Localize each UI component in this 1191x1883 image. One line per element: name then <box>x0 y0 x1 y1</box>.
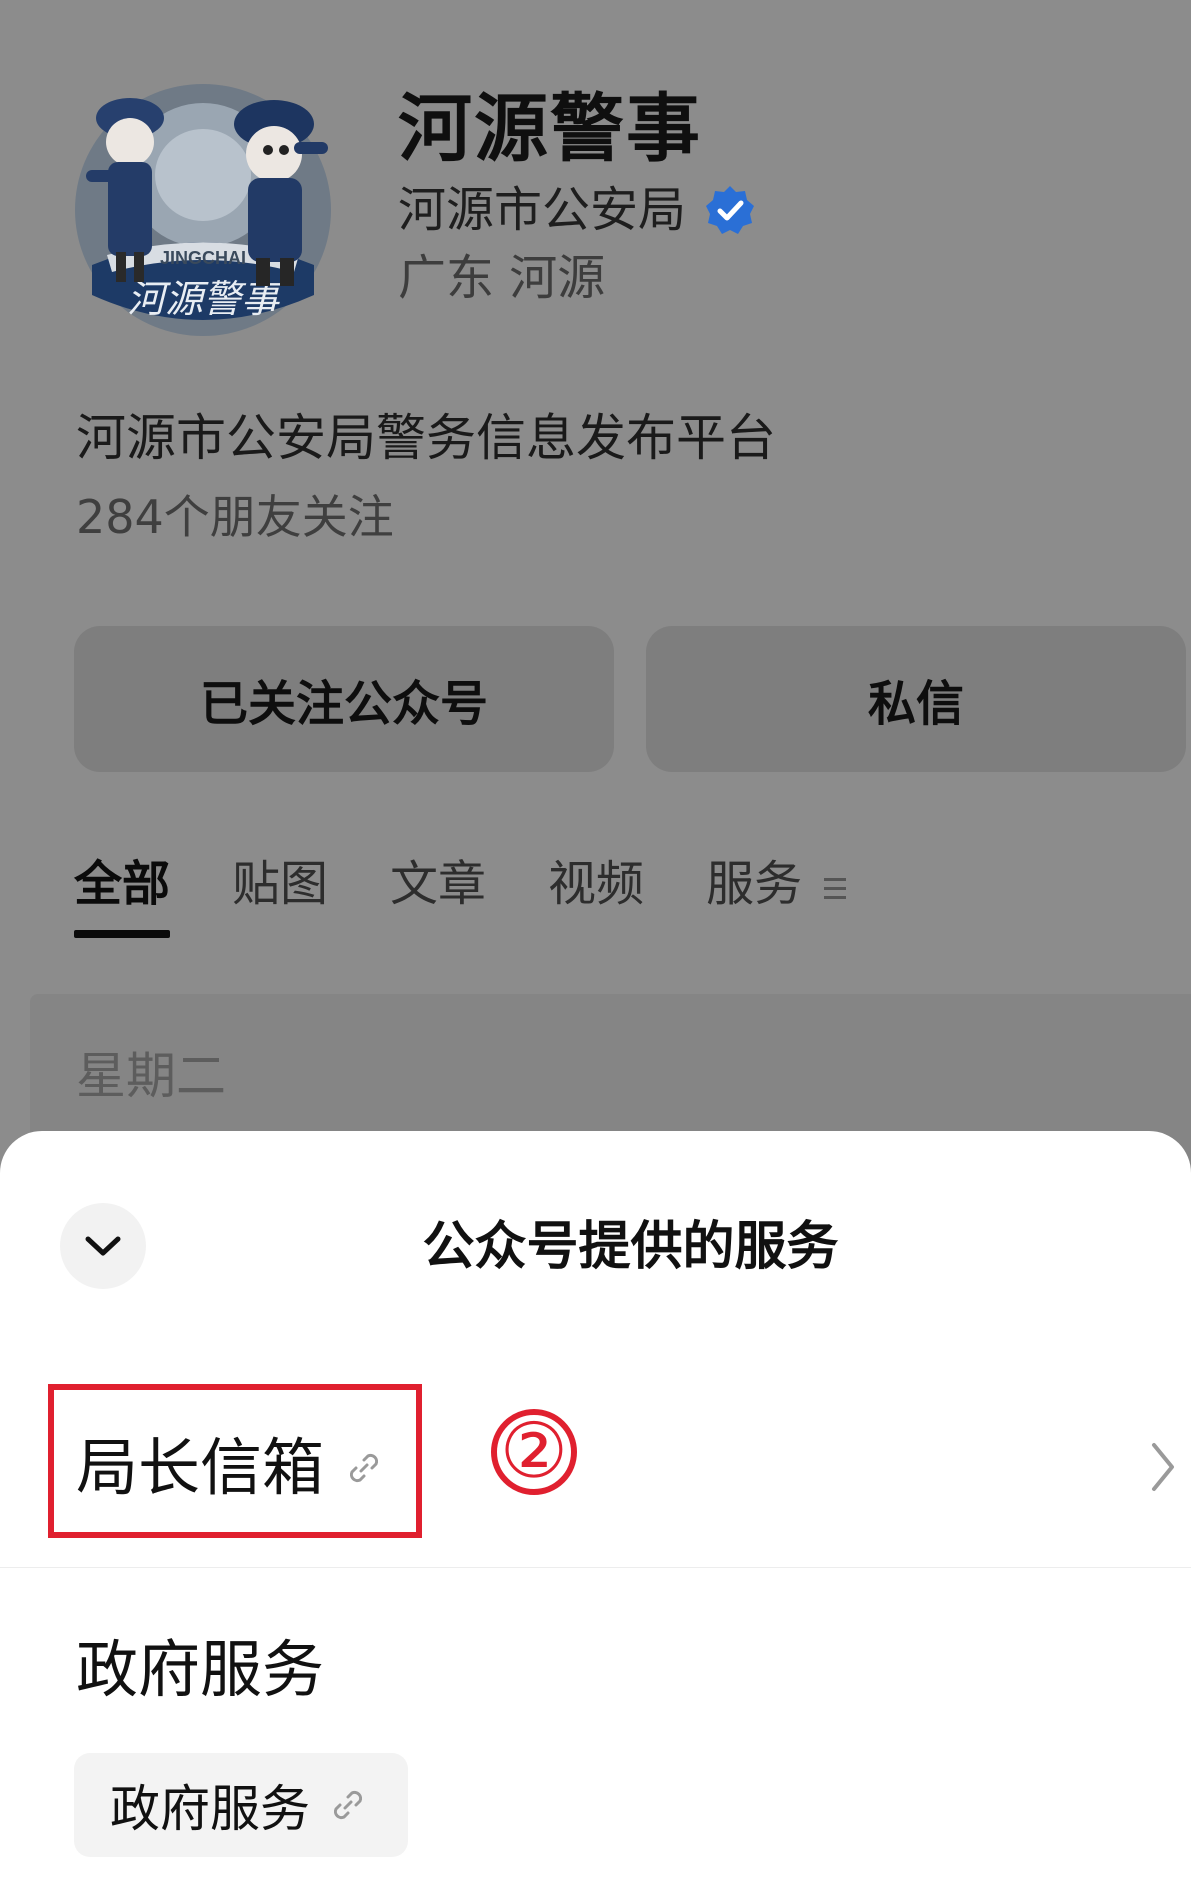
gov-services-chip[interactable]: 政府服务 <box>74 1753 408 1857</box>
avatar[interactable]: JINGCHAI 河源警事 <box>72 50 334 340</box>
gov-services-chip-label: 政府服务 <box>110 1780 310 1838</box>
verified-badge-icon <box>706 186 755 234</box>
step-number-text: ② <box>500 1406 568 1495</box>
account-name: 河源警事 <box>398 86 702 172</box>
sheet-title: 公众号提供的服务 <box>422 1217 839 1277</box>
step-number-badge: ② <box>491 1406 577 1495</box>
organization-name: 河源市公安局 <box>398 182 687 238</box>
service-row-director-mailbox[interactable]: 局长信箱 ② <box>0 1371 1191 1568</box>
content-tabs: 全部 贴图 文章 视频 服务 <box>74 860 847 940</box>
link-icon <box>333 1790 363 1820</box>
highlight-annotation-box <box>48 1384 422 1538</box>
organization-row: 河源市公安局 <box>398 184 756 236</box>
gov-services-group-title: 政府服务 <box>76 1633 325 1706</box>
chevron-right-icon <box>1152 1443 1174 1491</box>
tab-images[interactable]: 贴图 <box>232 860 328 908</box>
menu-icon <box>824 878 847 905</box>
private-message-button[interactable]: 私信 <box>646 626 1186 772</box>
followed-account-button[interactable]: 已关注公众号 <box>74 626 614 772</box>
services-sheet: 公众号提供的服务 局长信箱 ② 政府服务 政府服务 <box>0 1131 1191 1883</box>
tab-services[interactable]: 服务 <box>706 860 802 908</box>
avatar-ribbon-text: JINGCHAI <box>160 248 246 268</box>
feed-date-label: 星期二 <box>76 1047 226 1105</box>
tab-articles[interactable]: 文章 <box>390 860 486 908</box>
account-description: 河源市公安局警务信息发布平台 <box>76 409 776 467</box>
tab-videos[interactable]: 视频 <box>548 860 644 908</box>
region-label: 广东 河源 <box>398 250 606 306</box>
tab-all[interactable]: 全部 <box>74 860 171 938</box>
friends-following-count[interactable]: 284个朋友关注 <box>76 494 394 540</box>
